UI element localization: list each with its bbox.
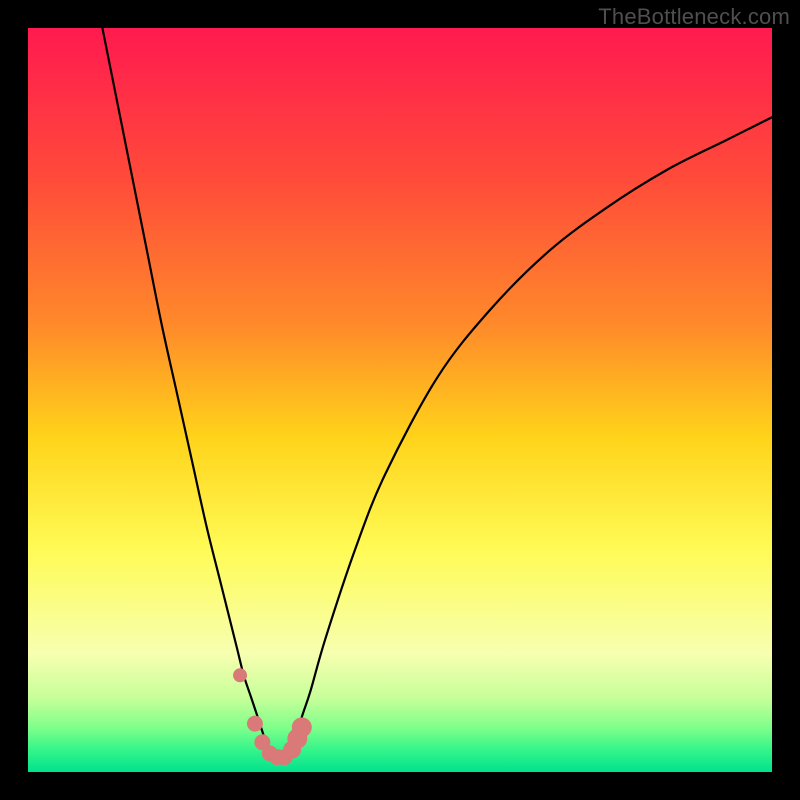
marker-dot — [292, 717, 312, 737]
gradient-background — [28, 28, 772, 772]
outer-frame: TheBottleneck.com — [0, 0, 800, 800]
marker-dot — [247, 716, 263, 732]
marker-dot — [233, 668, 247, 682]
chart-svg — [28, 28, 772, 772]
plot-area — [28, 28, 772, 772]
watermark-text: TheBottleneck.com — [598, 4, 790, 30]
